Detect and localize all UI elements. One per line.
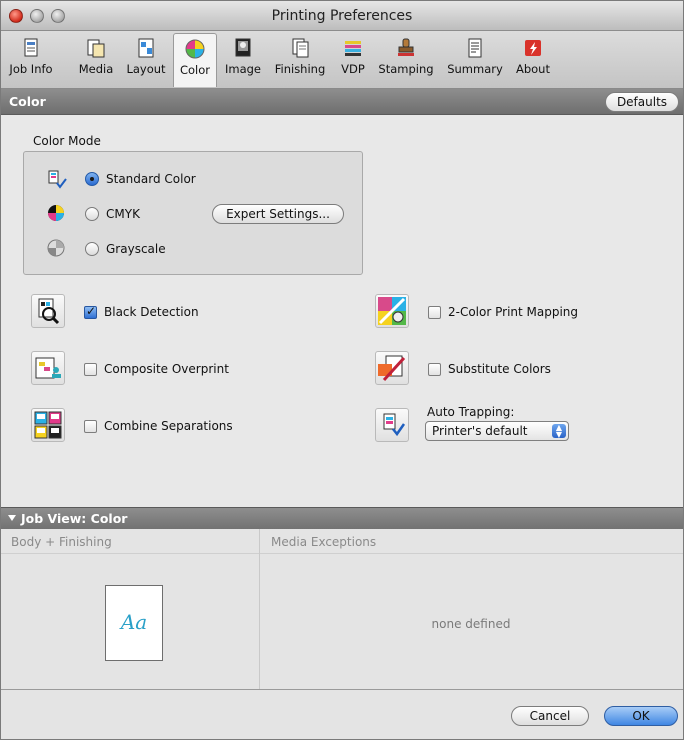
about-icon xyxy=(522,37,544,59)
black-detection-label: Black Detection xyxy=(104,305,199,319)
expert-settings-button[interactable]: Expert Settings... xyxy=(212,204,344,224)
grayscale-option[interactable]: Grayscale xyxy=(45,239,205,259)
standard-color-option[interactable]: Standard Color xyxy=(45,169,205,189)
composite-overprint-checkbox[interactable] xyxy=(84,363,97,376)
finishing-icon xyxy=(289,37,311,59)
tab-image[interactable]: Image xyxy=(221,33,265,87)
job-view-title: Job View: Color xyxy=(21,511,128,526)
tab-stamping[interactable]: Stamping xyxy=(375,33,437,87)
standard-color-label: Standard Color xyxy=(106,172,196,186)
defaults-button[interactable]: Defaults xyxy=(605,92,679,112)
two-color-mapping-icon xyxy=(375,294,409,328)
media-icon xyxy=(85,37,107,59)
dialog-footer: Cancel OK xyxy=(1,689,683,739)
composite-overprint-label: Composite Overprint xyxy=(104,362,229,376)
stamping-icon xyxy=(395,37,417,59)
color-icon xyxy=(184,38,206,60)
combine-separations-icon xyxy=(31,408,65,442)
column-divider xyxy=(259,529,260,689)
tab-color[interactable]: Color xyxy=(173,33,217,87)
cmyk-icon xyxy=(45,202,67,227)
cmyk-option[interactable]: CMYK xyxy=(45,204,205,224)
page-preview: Aa xyxy=(105,585,163,661)
select-arrows-icon: ▲ ▼ xyxy=(552,424,566,439)
substitute-colors-checkbox[interactable] xyxy=(428,363,441,376)
standard-color-radio[interactable] xyxy=(85,172,99,186)
tab-summary[interactable]: Summary xyxy=(445,33,505,87)
standard-color-icon xyxy=(45,169,67,194)
ok-button[interactable]: OK xyxy=(604,706,678,726)
cmyk-radio[interactable] xyxy=(85,207,99,221)
grayscale-label: Grayscale xyxy=(106,242,166,256)
tab-job-info[interactable]: Job Info xyxy=(5,33,57,87)
preview-text: Aa xyxy=(120,610,148,634)
tab-media[interactable]: Media xyxy=(75,33,117,87)
black-detection-checkbox[interactable] xyxy=(84,304,97,319)
tab-layout[interactable]: Layout xyxy=(123,33,169,87)
window-title: Printing Preferences xyxy=(271,8,413,24)
black-detection-icon xyxy=(31,294,65,328)
none-defined-text: none defined xyxy=(431,617,511,631)
summary-icon xyxy=(464,37,486,59)
media-exceptions-heading: Media Exceptions xyxy=(271,535,377,549)
tab-vdp[interactable]: VDP xyxy=(335,33,371,87)
auto-trapping-icon xyxy=(375,408,409,442)
auto-trapping-label: Auto Trapping: xyxy=(427,405,515,419)
grayscale-icon xyxy=(45,237,67,262)
composite-overprint-icon xyxy=(31,351,65,385)
auto-trapping-value: Printer's default xyxy=(432,424,528,438)
layout-icon xyxy=(135,37,157,59)
disclosure-triangle-icon[interactable] xyxy=(8,515,16,521)
body-finishing-heading: Body + Finishing xyxy=(11,535,112,549)
job-info-icon xyxy=(20,37,42,59)
combine-separations-checkbox[interactable] xyxy=(84,420,97,433)
section-title: Color xyxy=(9,94,46,109)
job-view-header[interactable]: Job View: Color xyxy=(1,507,683,529)
grayscale-radio[interactable] xyxy=(85,242,99,256)
auto-trapping-select[interactable]: Printer's default ▲ ▼ xyxy=(425,421,569,441)
color-mode-label: Color Mode xyxy=(33,134,101,148)
printing-preferences-window: Printing Preferences Job Info Media Layo… xyxy=(0,0,684,740)
vdp-icon xyxy=(342,37,364,59)
two-color-mapping-label: 2-Color Print Mapping xyxy=(448,305,579,319)
title-bar: Printing Preferences xyxy=(1,1,683,31)
two-color-mapping-checkbox[interactable] xyxy=(428,306,441,319)
section-header: Color Defaults xyxy=(1,89,683,115)
tab-about[interactable]: About xyxy=(511,33,555,87)
cancel-button[interactable]: Cancel xyxy=(511,706,589,726)
image-icon xyxy=(232,37,254,59)
cmyk-label: CMYK xyxy=(106,207,140,221)
job-view-panel: Body + Finishing Media Exceptions Aa non… xyxy=(1,529,683,689)
header-divider xyxy=(1,553,683,554)
substitute-colors-label: Substitute Colors xyxy=(448,362,551,376)
tab-finishing[interactable]: Finishing xyxy=(269,33,331,87)
substitute-colors-icon xyxy=(375,351,409,385)
combine-separations-label: Combine Separations xyxy=(104,419,233,433)
toolbar: Job Info Media Layout Color Image Finish… xyxy=(1,31,683,89)
